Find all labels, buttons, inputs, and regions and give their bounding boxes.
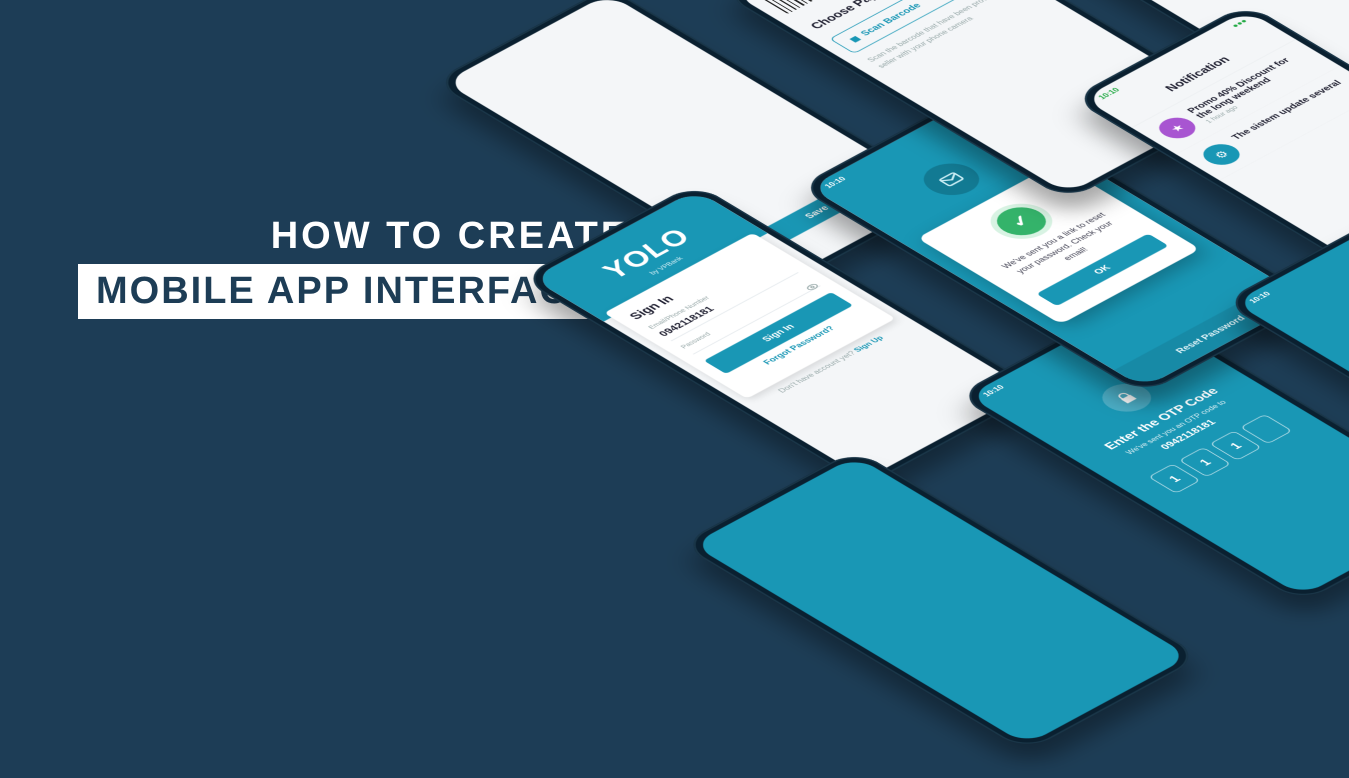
signup-prompt-text: Don't have account yet? (776, 349, 859, 394)
field-password-value[interactable] (685, 281, 820, 354)
phone-mockup-scene: Save YOLO by VPBank Sign In Email/Phone … (357, 0, 1349, 696)
otp-title: Enter the OTP Code (1090, 380, 1233, 458)
signin-button[interactable]: Sign In (704, 292, 853, 374)
status-time: 10:10 (981, 384, 1006, 398)
status-bar: 10:10●●● (967, 307, 1147, 405)
otp-digit[interactable] (1240, 414, 1293, 444)
system-icon: ⚙ (1196, 140, 1247, 169)
otp-digit[interactable]: 1 (1148, 464, 1201, 494)
eye-icon[interactable] (802, 281, 823, 293)
otp-digit[interactable]: 1 (1209, 431, 1262, 461)
screen-edge (692, 456, 1190, 745)
signup-link[interactable]: Sign Up (852, 335, 885, 353)
reset-password-button[interactable]: Reset Password (1114, 282, 1307, 388)
otp-digit[interactable]: 1 (1179, 447, 1232, 477)
otp-input-boxes[interactable]: 1 1 1 (1141, 410, 1299, 497)
status-icons: ●●● (1229, 18, 1249, 29)
checkmark-icon: ✓ (987, 202, 1056, 241)
mail-icon (912, 157, 990, 201)
forgot-password-link[interactable]: Forgot Password? (726, 305, 873, 386)
otp-content: Enter the OTP Code We've sent you an OTP… (984, 317, 1317, 507)
signup-prompt: Don't have account yet? Sign Up (745, 318, 916, 411)
otp-number: 0942118181 (1118, 396, 1259, 472)
field-password-label: Password (679, 277, 813, 350)
otp-sub: We've sent you an OTP code to (1107, 390, 1245, 465)
promo-icon: ★ (1152, 113, 1203, 142)
status-time: 10:10 (823, 175, 848, 189)
